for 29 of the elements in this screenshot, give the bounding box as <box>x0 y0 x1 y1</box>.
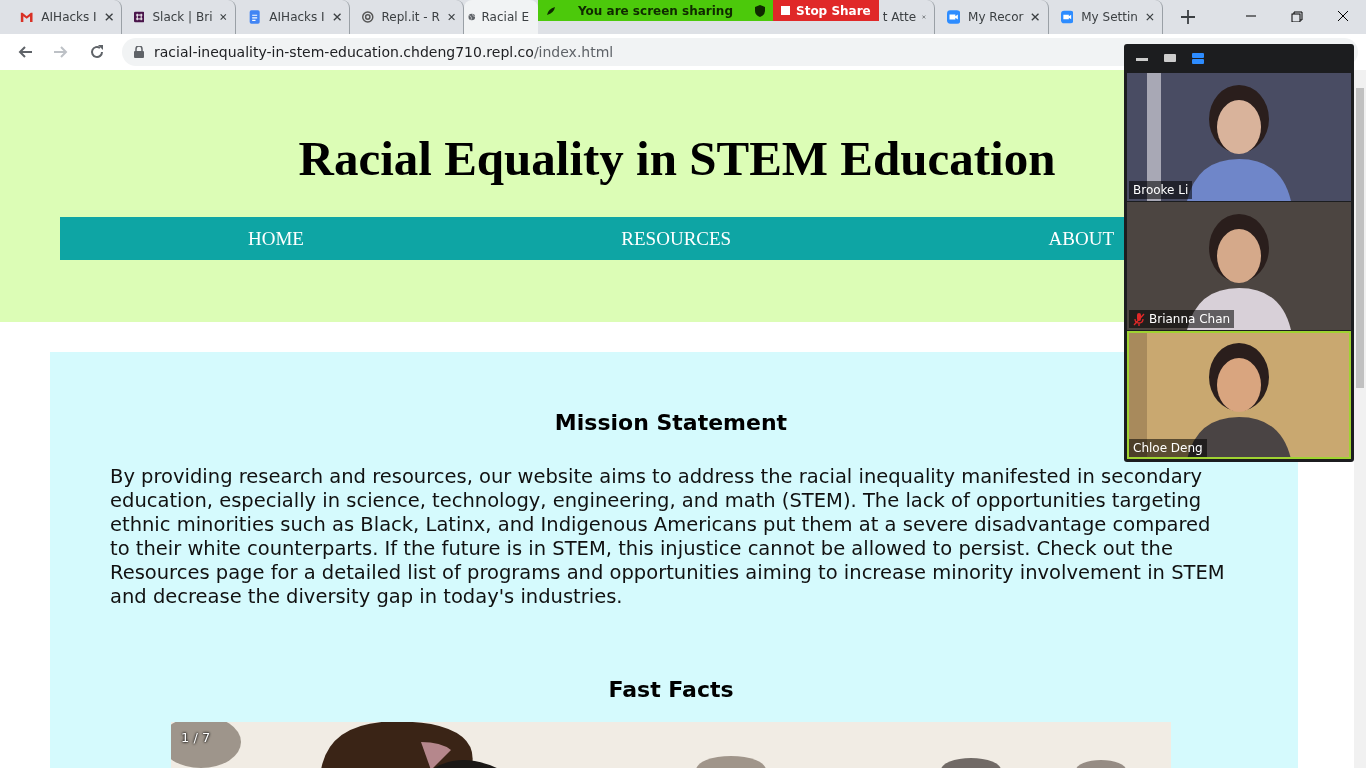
video-camera-icon <box>1060 9 1074 25</box>
close-icon[interactable] <box>1145 12 1154 22</box>
document-icon <box>248 9 262 25</box>
participant-name: Chloe Deng <box>1129 439 1207 457</box>
plus-icon[interactable] <box>1180 10 1195 24</box>
close-icon[interactable] <box>1336 10 1350 22</box>
sharing-status: You are screen sharing <box>577 3 734 18</box>
close-icon[interactable] <box>104 12 113 22</box>
scrollbar[interactable] <box>1354 70 1366 768</box>
mission-paragraph: By providing research and resources, our website aims to address the racial inequality manifested in secondary education, especially in science, technology, engineering, and math (STEM). The lack of opportunities targeting ethnic minorities such as Black, Latinx, and Indigenous Americans put them at a severe disadvantage compared to their white counterparts. If the future is in STEM, this injustice cannot be allowed to persist. Check out the Resources page for a detailed list of programs and opportunities aiming to increase minority involvement in STEM and decrease the diversity gap in today's industries. <box>110 465 1226 609</box>
video-camera-icon <box>946 9 961 25</box>
site-title: Racial Equality in STEM Education <box>298 130 1056 187</box>
close-icon[interactable] <box>1031 12 1040 22</box>
spiral-icon <box>362 9 374 25</box>
section-heading: Mission Statement <box>554 410 788 435</box>
close-icon[interactable] <box>220 12 227 22</box>
participant-name: Brooke Li <box>1129 181 1193 199</box>
leaf-icon <box>546 5 556 16</box>
close-icon[interactable] <box>332 12 341 22</box>
hash-icon <box>134 9 145 25</box>
section-heading: Fast Facts <box>608 677 734 702</box>
slide-counter: 1 / 7 <box>181 730 211 745</box>
participant-name: Brianna Chan <box>1129 310 1235 328</box>
url-text: racial-inequality-in-stem-education.chdeng710.repl.co/index.html <box>154 44 614 60</box>
shield-icon <box>755 4 765 17</box>
restore-icon[interactable] <box>1290 10 1304 22</box>
stop-share-button[interactable]: Stop Share <box>773 0 879 21</box>
lock-icon <box>134 46 144 58</box>
browser-tab[interactable]: Racial E <box>464 0 538 34</box>
